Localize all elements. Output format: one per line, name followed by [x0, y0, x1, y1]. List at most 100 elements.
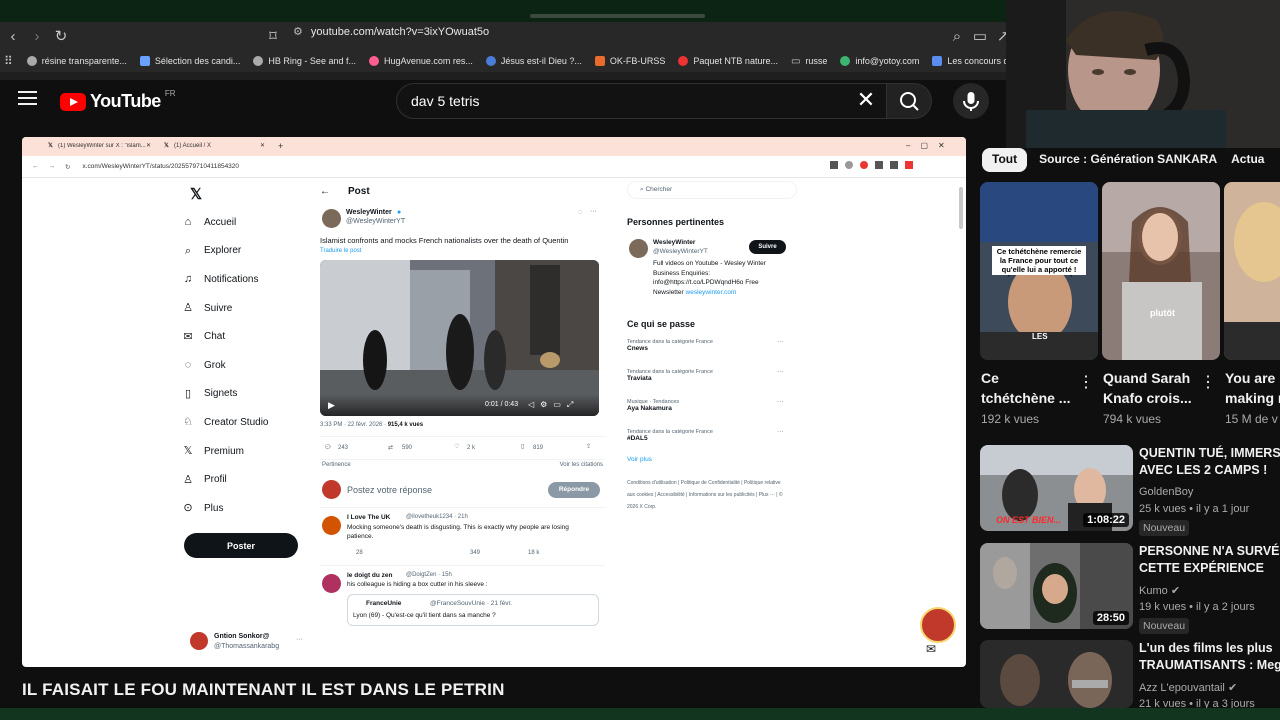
chip-all[interactable]: Tout [982, 148, 1028, 172]
short-image [1102, 182, 1220, 360]
video-image [980, 640, 1133, 708]
bookmark-item[interactable]: HugAvenue.com res... [368, 56, 473, 66]
bookmark-item[interactable]: Les concours d'au [932, 56, 1010, 66]
reload-icon[interactable]: ↻ [50, 25, 72, 47]
more-icon: ··· [777, 398, 784, 405]
post-meta: 3:33 PM · 22 févr. 2026 · 915,4 k vues [320, 422, 424, 428]
short-title[interactable]: You aremaking n [1225, 368, 1280, 408]
back-arrow-icon: ← [320, 185, 330, 197]
more-icon: ··· [777, 368, 784, 375]
inner-address-bar: ← → ↻ x.com/WesleyWinterYT/status/202557… [22, 156, 966, 178]
browser-toolbar: ‹ › ↻ ⌑ ⚙ youtube.com/watch?v=3ixYOwuat5… [0, 22, 1010, 50]
related-video[interactable]: ON EST BIEN... 1:08:22 QUENTIN TUÉ, IMME… [980, 445, 1280, 537]
site-info-icon[interactable]: ⚙ [293, 25, 303, 38]
channel-name[interactable]: Kumo ✔ [1139, 584, 1180, 597]
bookmark-item[interactable]: Sélection des candi... [139, 56, 240, 66]
more-vert-icon[interactable]: ⋮ [1200, 372, 1216, 392]
like-icon: ♡ [454, 444, 460, 450]
trend-item: Musique · Tendances Aya Nakamura ··· [627, 398, 784, 412]
webcam-overlay [1006, 0, 1280, 148]
more-vert-icon[interactable]: ⋮ [1078, 372, 1094, 392]
mail-icon: ✉ [183, 330, 193, 343]
page-icon [932, 56, 943, 66]
more-circle-icon: ⊙ [183, 502, 193, 515]
short-thumbnail[interactable]: plutôt [1102, 182, 1220, 360]
zoom-icon[interactable]: ⌕ [946, 25, 968, 47]
reply-composer: Postez votre réponse Répondre [320, 474, 605, 508]
bookmark-star-icon[interactable]: ⌑ [262, 25, 284, 47]
x-nav-explore: ⌕ Explorer [182, 237, 312, 266]
short-title[interactable]: Ce tchétchène ... [981, 368, 1081, 408]
reply-icon: 💬︎ [324, 445, 332, 451]
window-controls: –▢✕ [906, 141, 955, 150]
search-icon: ⌕ [184, 244, 192, 257]
bookmark-item[interactable]: info@yotoy.com [840, 56, 919, 66]
post-header: Post [348, 185, 370, 197]
video-duration: 28:50 [1092, 611, 1129, 625]
video-controls: ▶ 0:01 / 0:43 ◁⚙▭⤢ [320, 394, 599, 416]
back-icon[interactable]: ‹ [2, 25, 24, 47]
grok-icon: ◌ [578, 209, 583, 216]
video-meta: 19 k vues • il y a 2 jours [1139, 601, 1255, 613]
search-input[interactable]: dav 5 tetris [396, 83, 888, 119]
player-icons: ◁⚙▭⤢ [528, 400, 580, 409]
video-thumbnail[interactable]: ON EST BIEN... 1:08:22 [980, 445, 1133, 531]
globe-icon [253, 56, 264, 66]
video-title[interactable]: PERSONNE N'A SURVÉCUCETTE EXPÉRIENCE [1139, 543, 1280, 577]
forward-icon[interactable]: › [26, 25, 48, 47]
video-title[interactable]: QUENTIN TUÉ, IMMERSIO AVEC LES 2 CAMPS ! [1139, 445, 1280, 479]
bookmark-item[interactable]: OK-FB-URSS [594, 56, 665, 66]
x-nav: ⌂ Accueil ⌕ Explorer ♫ Notifications ♙ Suivr… [182, 208, 312, 523]
creator-icon: ♘ [183, 416, 193, 429]
bookmark-item[interactable]: Jésus est-il Dieu ?... [485, 56, 582, 66]
related-video[interactable]: 28:50 PERSONNE N'A SURVÉCUCETTE EXPÉRIEN… [980, 543, 1280, 635]
bookmarks-bar: ⠿ résine transparente... Sélection des c… [0, 50, 1010, 72]
channel-name[interactable]: Azz L'epouvantail ✔ [1139, 681, 1237, 694]
cast-icon[interactable]: ▭ [969, 25, 991, 47]
short-title[interactable]: Quand Sarah Knafo crois... [1103, 368, 1203, 408]
video-thumbnail[interactable] [980, 640, 1133, 708]
chip-source[interactable]: Source : Génération SANKARA [1037, 148, 1219, 172]
voice-search-button[interactable] [953, 83, 989, 119]
short-views: 794 k vues [1103, 412, 1162, 426]
video-thumbnail[interactable]: 28:50 [980, 543, 1133, 629]
bookmark-item[interactable]: Paquet NTB nature... [678, 56, 778, 66]
verified-icon: ● [397, 209, 402, 216]
channel-name[interactable]: GoldenBoy [1139, 486, 1193, 498]
short-views: 192 k vues [981, 412, 1040, 426]
quoted-post: FranceUnie @FranceSouvUnie · 21 févr. Ly… [347, 594, 599, 626]
short-thumbnail[interactable] [1224, 182, 1280, 360]
search-button[interactable] [886, 83, 932, 119]
bookmark-item[interactable]: HB Ring - See and f... [253, 56, 356, 66]
video-title[interactable]: L'un des films les plus TRAUMATISANTS : M… [1139, 640, 1280, 674]
globe-icon [840, 56, 851, 66]
heart-icon [368, 56, 379, 66]
bookmark-icon: ▯ [184, 387, 192, 400]
clear-search-icon[interactable]: ✕ [854, 88, 878, 112]
address-bar[interactable]: ⚙ youtube.com/watch?v=3ixYOwuat5o [293, 25, 489, 39]
bookmark-icon: ▯ [521, 444, 525, 450]
video-meta: 25 k vues • il y a 1 jour [1139, 503, 1250, 515]
more-icon: ··· [777, 428, 784, 435]
more-icon: ··· [590, 208, 597, 215]
apps-grid-icon[interactable]: ⠿ [4, 54, 13, 68]
video-duration: 1:08:22 [1083, 513, 1129, 527]
short-thumbnail[interactable]: Ce tchétchène remercie la France pour to… [980, 182, 1098, 360]
reload-icon: ↻ [65, 163, 71, 171]
hamburger-menu-icon[interactable] [18, 91, 37, 106]
close-icon: ✕ [260, 143, 266, 149]
bookmark-folder[interactable]: ▭ russe [791, 56, 827, 67]
add-user-icon: ♙ [183, 302, 193, 315]
desktop-strip [0, 708, 1280, 720]
related-video[interactable]: L'un des films les plus TRAUMATISANTS : M… [980, 640, 1280, 710]
back-icon: ← [32, 163, 39, 170]
bookmark-item[interactable]: résine transparente... [26, 56, 127, 66]
inner-tab: (1) Accueil / X [174, 143, 212, 149]
verified-icon: ✔ [1227, 682, 1238, 694]
trend-item: Tendance dans la catégorie France Cnews ··… [627, 338, 784, 352]
youtube-logo[interactable]: YouTube FR [60, 89, 176, 112]
chip-actua[interactable]: Actua [1229, 148, 1266, 172]
microphone-icon [963, 92, 979, 111]
x-nav-more: ⊙ Plus [183, 502, 224, 515]
video-player[interactable]: 𝕏 (1) WesleyWinter sur X : "islam... ✕ 𝕏… [22, 137, 966, 667]
